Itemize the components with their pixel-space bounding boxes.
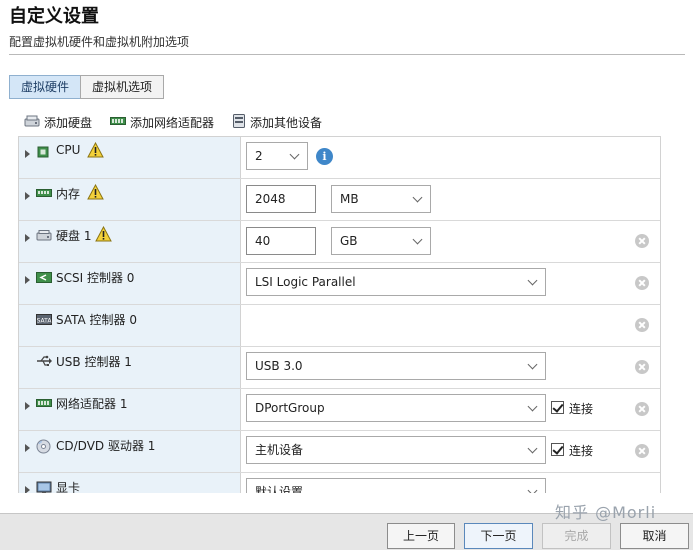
info-icon[interactable]: i <box>316 148 333 165</box>
device-row-video-card: 显卡 默认设置 <box>19 473 660 493</box>
expand-arrow-icon[interactable] <box>25 402 30 410</box>
device-label-cell: SCSI 控制器 0 <box>19 263 241 304</box>
device-name: SCSI 控制器 0 <box>56 271 135 285</box>
connect-label: 连接 <box>569 444 594 458</box>
disk-unit-select[interactable]: GB <box>331 227 431 255</box>
add-other-device-label: 添加其他设备 <box>250 116 323 130</box>
network-adapter-icon <box>110 115 127 130</box>
device-name: 显卡 <box>56 481 81 493</box>
finish-button[interactable]: 完成 <box>542 523 611 549</box>
expand-arrow-icon[interactable] <box>25 234 30 242</box>
device-row-cpu: CPU 2 i <box>19 137 660 179</box>
cd-dvd-media-select[interactable]: 主机设备 <box>246 436 546 464</box>
remove-device-icon[interactable] <box>635 234 649 248</box>
device-row-cd-dvd: CD/DVD 驱动器 1 主机设备 连接 <box>19 431 660 473</box>
device-label-cell: USB 控制器 1 <box>19 347 241 388</box>
device-row-memory: 内存 2048 MB <box>19 179 660 221</box>
device-name: USB 控制器 1 <box>56 355 132 369</box>
warning-icon <box>95 225 112 245</box>
video-settings-select[interactable]: 默认设置 <box>246 478 546 493</box>
next-button[interactable]: 下一页 <box>464 523 533 549</box>
cd-dvd-icon <box>36 439 51 457</box>
device-label-cell: SATA SATA 控制器 0 <box>19 305 241 346</box>
other-device-icon <box>232 113 246 132</box>
device-label-cell: 网络适配器 1 <box>19 389 241 430</box>
usb-icon <box>36 355 52 370</box>
warning-icon <box>87 183 104 203</box>
tab-virtual-hardware[interactable]: 虚拟硬件 <box>9 75 82 99</box>
cpu-icon <box>36 145 50 162</box>
device-name: SATA 控制器 0 <box>56 313 137 327</box>
device-label-cell: 硬盘 1 <box>19 221 241 262</box>
expand-arrow-icon[interactable] <box>25 192 30 200</box>
remove-device-icon[interactable] <box>635 444 649 458</box>
disk-size-input[interactable]: 40 <box>246 227 316 255</box>
cd-dvd-connect-checkbox[interactable] <box>551 443 564 456</box>
device-label-cell: CPU <box>19 137 241 178</box>
device-row-network-adapter: 网络适配器 1 DPortGroup 连接 <box>19 389 660 431</box>
device-row-usb-controller: USB 控制器 1 USB 3.0 <box>19 347 660 389</box>
device-row-sata-controller: SATA SATA 控制器 0 <box>19 305 660 347</box>
device-label-cell: 显卡 <box>19 473 241 493</box>
page-subtitle: 配置虚拟机硬件和虚拟机附加选项 <box>9 35 190 49</box>
device-label-cell: CD/DVD 驱动器 1 <box>19 431 241 472</box>
page-title: 自定义设置 <box>9 6 99 27</box>
cpu-count-select[interactable]: 2 <box>246 142 308 170</box>
device-name: 网络适配器 1 <box>56 397 128 411</box>
expand-arrow-icon[interactable] <box>25 150 30 158</box>
device-name: CD/DVD 驱动器 1 <box>56 439 156 453</box>
memory-icon <box>36 187 52 202</box>
device-name: 硬盘 1 <box>56 229 92 243</box>
remove-device-icon[interactable] <box>635 276 649 290</box>
network-portgroup-select[interactable]: DPortGroup <box>246 394 546 422</box>
svg-text:SATA: SATA <box>37 318 52 325</box>
scsi-type-select[interactable]: LSI Logic Parallel <box>246 268 546 296</box>
hard-disk-icon <box>24 114 40 131</box>
network-connect-checkbox[interactable] <box>551 401 564 414</box>
title-divider <box>9 54 685 55</box>
connect-label: 连接 <box>569 402 594 416</box>
hard-disk-icon <box>36 229 52 244</box>
remove-device-icon[interactable] <box>635 318 649 332</box>
hardware-list: CPU 2 i 内存 2048 MB 硬盘 1 40 GB SCSI 控制器 0… <box>18 136 661 493</box>
display-icon <box>36 481 52 493</box>
expand-arrow-icon[interactable] <box>25 276 30 284</box>
memory-size-input[interactable]: 2048 <box>246 185 316 213</box>
usb-version-select[interactable]: USB 3.0 <box>246 352 546 380</box>
tab-bar: 虚拟硬件 虚拟机选项 <box>9 75 165 99</box>
scsi-icon <box>36 271 52 287</box>
add-other-device-button[interactable]: 添加其他设备 <box>232 113 322 132</box>
device-label-cell: 内存 <box>19 179 241 220</box>
remove-device-icon[interactable] <box>635 402 649 416</box>
watermark: 知乎 @Morli <box>555 503 657 522</box>
memory-unit-select[interactable]: MB <box>331 185 431 213</box>
add-hard-disk-label: 添加硬盘 <box>44 116 93 130</box>
add-network-adapter-label: 添加网络适配器 <box>130 116 215 130</box>
hardware-toolbar: 添加硬盘 添加网络适配器 添加其他设备 <box>24 113 340 132</box>
add-hard-disk-button[interactable]: 添加硬盘 <box>24 114 92 131</box>
network-adapter-icon <box>36 397 52 412</box>
device-row-scsi-controller: SCSI 控制器 0 LSI Logic Parallel <box>19 263 660 305</box>
expand-arrow-icon[interactable] <box>25 444 30 452</box>
remove-device-icon[interactable] <box>635 360 649 374</box>
add-network-adapter-button[interactable]: 添加网络适配器 <box>110 114 214 131</box>
cancel-button[interactable]: 取消 <box>620 523 689 549</box>
device-name: CPU <box>56 143 81 157</box>
sata-icon: SATA <box>36 313 52 329</box>
device-row-hard-disk: 硬盘 1 40 GB <box>19 221 660 263</box>
back-button[interactable]: 上一页 <box>387 523 455 549</box>
warning-icon <box>87 141 104 161</box>
expand-arrow-icon[interactable] <box>25 486 30 493</box>
tab-vm-options[interactable]: 虚拟机选项 <box>80 75 165 99</box>
device-name: 内存 <box>56 187 81 201</box>
